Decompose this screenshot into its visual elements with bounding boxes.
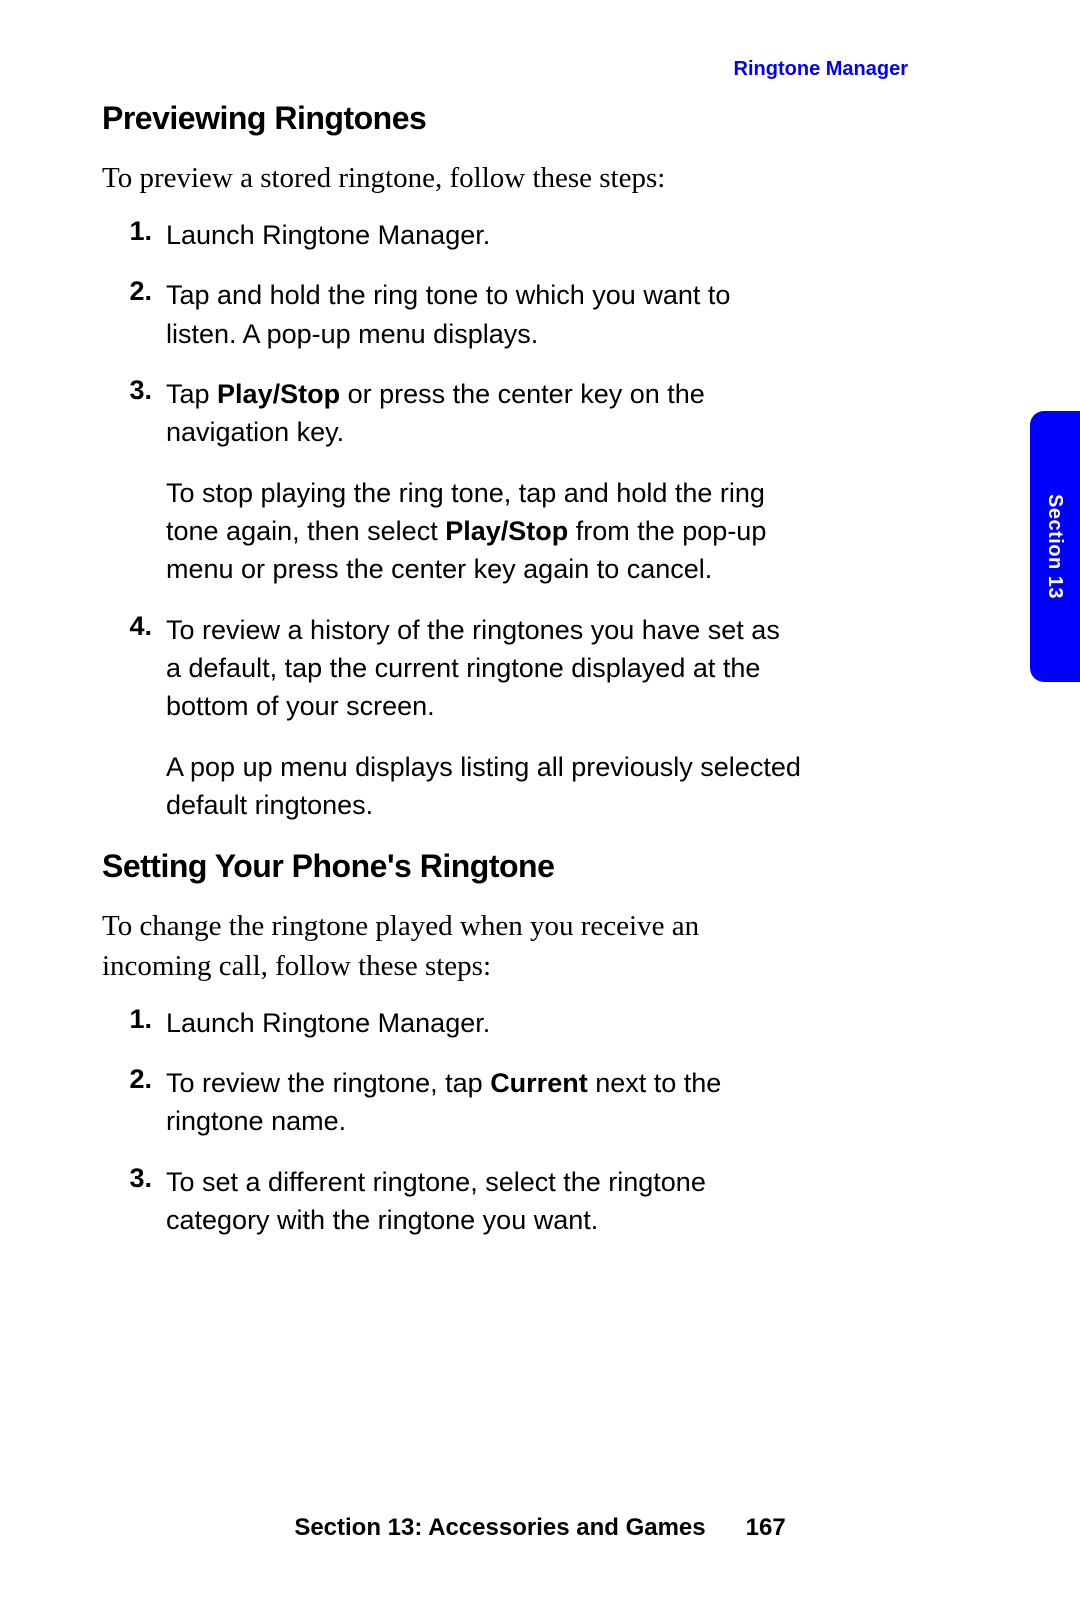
steps-list-2: 1. Launch Ringtone Manager. 2. To review… [102, 1004, 802, 1240]
text-run: Tap [166, 379, 217, 409]
step-para: Launch Ringtone Manager. [166, 216, 802, 254]
intro-paragraph: To change the ringtone played when you r… [102, 907, 802, 985]
text-run: To review a history of the ringtones you… [166, 615, 780, 722]
step-item: 3. To set a different ringtone, select t… [102, 1163, 802, 1240]
running-header: Ringtone Manager [734, 58, 908, 81]
step-number: 2. [102, 276, 166, 353]
step-item: 4. To review a history of the ringtones … [102, 611, 802, 825]
text-run: To review the ringtone, tap [166, 1068, 490, 1098]
step-body: Tap and hold the ring tone to which you … [166, 276, 802, 353]
text-run: To set a different ringtone, select the … [166, 1167, 706, 1235]
step-item: 3. Tap Play/Stop or press the center key… [102, 375, 802, 589]
steps-list-1: 1. Launch Ringtone Manager. 2. Tap and h… [102, 216, 802, 824]
step-number: 3. [102, 1163, 166, 1240]
text-run-bold: Play/Stop [445, 516, 568, 546]
text-run-bold: Current [490, 1068, 588, 1098]
step-para: A pop up menu displays listing all previ… [166, 748, 802, 825]
step-para: To review a history of the ringtones you… [166, 611, 802, 726]
heading-previewing-ringtones: Previewing Ringtones [102, 100, 802, 137]
step-body: To set a different ringtone, select the … [166, 1163, 802, 1240]
heading-setting-your-phones-ringtone: Setting Your Phone's Ringtone [102, 848, 802, 885]
step-item: 2. To review the ringtone, tap Current n… [102, 1064, 802, 1141]
step-number: 1. [102, 1004, 166, 1042]
page-root: Ringtone Manager Previewing Ringtones To… [0, 0, 1080, 1622]
step-item: 2. Tap and hold the ring tone to which y… [102, 276, 802, 353]
step-body: To review a history of the ringtones you… [166, 611, 802, 825]
text-run: Tap and hold the ring tone to which you … [166, 280, 730, 348]
step-number: 2. [102, 1064, 166, 1141]
text-run: A pop up menu displays listing all previ… [166, 752, 801, 820]
text-run: Launch Ringtone Manager. [166, 1008, 490, 1038]
section-tab-label: Section 13 [1044, 494, 1067, 599]
step-para: Tap Play/Stop or press the center key on… [166, 375, 802, 452]
step-number: 1. [102, 216, 166, 254]
page-footer: Section 13: Accessories and Games 167 [0, 1514, 1080, 1542]
step-item: 1. Launch Ringtone Manager. [102, 1004, 802, 1042]
step-number: 3. [102, 375, 166, 589]
step-item: 1. Launch Ringtone Manager. [102, 216, 802, 254]
text-run: Launch Ringtone Manager. [166, 220, 490, 250]
step-body: Launch Ringtone Manager. [166, 216, 802, 254]
section-tab: Section 13 [1030, 411, 1080, 682]
text-run-bold: Play/Stop [217, 379, 340, 409]
step-body: To review the ringtone, tap Current next… [166, 1064, 802, 1141]
step-para: To review the ringtone, tap Current next… [166, 1064, 802, 1141]
step-body: Tap Play/Stop or press the center key on… [166, 375, 802, 589]
intro-paragraph: To preview a stored ringtone, follow the… [102, 159, 802, 198]
footer-section-title: Section 13: Accessories and Games [294, 1514, 705, 1541]
step-para: Tap and hold the ring tone to which you … [166, 276, 802, 353]
step-para: Launch Ringtone Manager. [166, 1004, 802, 1042]
step-body: Launch Ringtone Manager. [166, 1004, 802, 1042]
page-content: Previewing Ringtones To preview a stored… [102, 100, 802, 1261]
step-para: To stop playing the ring tone, tap and h… [166, 474, 802, 589]
step-para: To set a different ringtone, select the … [166, 1163, 802, 1240]
step-number: 4. [102, 611, 166, 825]
footer-page-number: 167 [746, 1514, 786, 1541]
